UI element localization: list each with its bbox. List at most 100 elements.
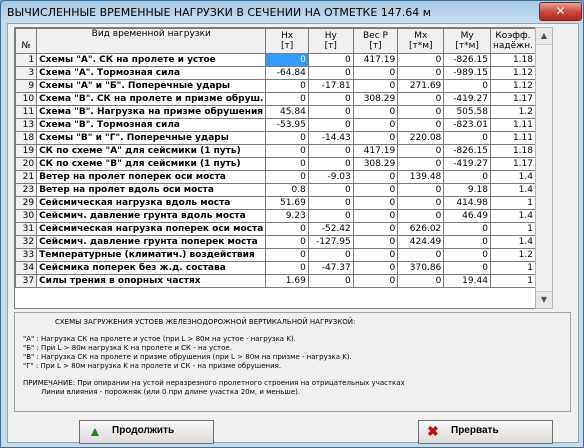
cell-coef[interactable]: 1.18: [489, 53, 536, 67]
cell-hx[interactable]: 0: [265, 157, 309, 171]
cell-coef[interactable]: 1: [489, 222, 536, 236]
cell-hy[interactable]: -127.95: [307, 235, 354, 249]
cell-hx[interactable]: 0: [265, 248, 309, 262]
cell-coef[interactable]: 1.17: [489, 92, 536, 106]
cell-mx[interactable]: 0: [397, 209, 445, 223]
table-row[interactable]: 9 Схемы "А" и "Б". Поперечные удары 0 -17.8…: [15, 79, 536, 93]
cell-p[interactable]: 0: [352, 222, 399, 236]
cell-my[interactable]: -419.27: [443, 92, 491, 106]
table-row[interactable]: 1 Схемы "А". СК на пролете и устое 0 0 417.1…: [15, 53, 536, 67]
row-number[interactable]: 32: [15, 235, 38, 249]
cell-p[interactable]: 0: [352, 79, 399, 93]
cell-my[interactable]: -826.15: [443, 53, 491, 67]
table-row[interactable]: 20 СК по схеме "В" для сейсмики (1 путь) 0…: [15, 157, 536, 171]
table-row[interactable]: 21 Ветер на пролет поперек оси моста 0 -9.0…: [15, 170, 536, 184]
cell-mx[interactable]: 0: [397, 274, 445, 288]
row-load-name[interactable]: СК по схеме "В" для сейсмики (1 путь): [36, 157, 267, 171]
row-load-name[interactable]: Схемы "В" и "Г". Поперечные удары: [36, 131, 267, 145]
row-load-name[interactable]: Схема "В". Тормозная сила: [36, 118, 267, 132]
cell-mx[interactable]: 0: [397, 196, 445, 210]
cell-p[interactable]: 0: [352, 209, 399, 223]
row-load-name[interactable]: Схема "А". Тормозная сила: [36, 66, 267, 80]
row-number[interactable]: 13: [15, 118, 38, 132]
cell-p[interactable]: 0: [352, 118, 399, 132]
row-number[interactable]: 18: [15, 131, 38, 145]
cell-my[interactable]: -823.01: [443, 118, 491, 132]
table-row[interactable]: 13 Схема "В". Тормозная сила -53.95 0 0 0 -823…: [15, 118, 536, 132]
row-load-name[interactable]: Сейсмич. давление грунта поперек моста: [36, 235, 267, 249]
cell-hx[interactable]: 0: [265, 261, 309, 275]
table-row[interactable]: 32 Сейсмич. давление грунта поперек моста…: [15, 235, 536, 249]
row-load-name[interactable]: Сейсмич. давление грунта вдоль моста: [36, 209, 267, 223]
row-load-name[interactable]: Сейсмическая нагрузка вдоль моста: [36, 196, 267, 210]
cell-hx[interactable]: -53.95: [265, 118, 309, 132]
row-number[interactable]: 34: [15, 261, 38, 275]
scroll-down-icon[interactable]: ▼: [536, 291, 552, 308]
cell-hy[interactable]: 0: [307, 248, 354, 262]
cell-my[interactable]: 0: [443, 170, 491, 184]
row-number[interactable]: 1: [15, 53, 38, 67]
cell-my[interactable]: 505.58: [443, 105, 491, 119]
abort-button[interactable]: ✖ Прервать: [418, 420, 553, 444]
cell-my[interactable]: 9.18: [443, 183, 491, 197]
cell-p[interactable]: 0: [352, 196, 399, 210]
cell-hx[interactable]: -64.84: [265, 66, 309, 80]
table-row[interactable]: 18 Схемы "В" и "Г". Поперечные удары 0 -14.…: [15, 131, 536, 145]
cell-mx[interactable]: 370.86: [397, 261, 445, 275]
row-load-name[interactable]: Схемы "А". СК на пролете и устое: [36, 53, 267, 67]
cell-hx[interactable]: 0: [265, 235, 309, 249]
cell-hy[interactable]: -17.81: [307, 79, 354, 93]
continue-button[interactable]: ▲ Продолжить: [79, 420, 214, 444]
cell-p[interactable]: 417.19: [352, 53, 399, 67]
cell-coef[interactable]: 1.2: [489, 105, 536, 119]
cell-coef[interactable]: 1.12: [489, 66, 536, 80]
cell-hy[interactable]: 0: [307, 209, 354, 223]
cell-coef[interactable]: 1.2: [489, 248, 536, 262]
cell-mx[interactable]: 0: [397, 105, 445, 119]
cell-p[interactable]: 308.29: [352, 92, 399, 106]
cell-p[interactable]: 0: [352, 248, 399, 262]
row-number[interactable]: 20: [15, 157, 38, 171]
cell-hx[interactable]: 0: [265, 144, 309, 158]
cell-hy[interactable]: -14.43: [307, 131, 354, 145]
cell-hy[interactable]: 0: [307, 92, 354, 106]
cell-hx[interactable]: 0: [265, 222, 309, 236]
cell-hy[interactable]: 0: [307, 274, 354, 288]
cell-p[interactable]: 0: [352, 131, 399, 145]
cell-hx[interactable]: 0: [265, 131, 309, 145]
cell-hy[interactable]: -47.37: [307, 261, 354, 275]
cell-p[interactable]: 0: [352, 235, 399, 249]
cell-p[interactable]: 308.29: [352, 157, 399, 171]
cell-hy[interactable]: 0: [307, 157, 354, 171]
cell-hy[interactable]: 0: [307, 53, 354, 67]
row-number[interactable]: 19: [15, 144, 38, 158]
title-bar[interactable]: ВЫЧИСЛЕННЫЕ ВРЕМЕННЫЕ НАГРУЗКИ В СЕЧЕНИИ…: [1, 1, 583, 23]
row-number[interactable]: 30: [15, 209, 38, 223]
cell-hy[interactable]: 0: [307, 105, 354, 119]
cell-my[interactable]: 46.49: [443, 209, 491, 223]
table-row[interactable]: 19 СК по схеме "А" для сейсмики (1 путь) 0…: [15, 144, 536, 158]
cell-hy[interactable]: 0: [307, 183, 354, 197]
cell-p[interactable]: 0: [352, 105, 399, 119]
row-number[interactable]: 33: [15, 248, 38, 262]
cell-hx[interactable]: 0: [265, 53, 309, 67]
close-button[interactable]: ✕: [539, 2, 582, 21]
row-load-name[interactable]: Ветер на пролет поперек оси моста: [36, 170, 267, 184]
table-row[interactable]: 10 Схема "В". СК на пролете и призме обру…: [15, 92, 536, 106]
cell-mx[interactable]: 271.69: [397, 79, 445, 93]
cell-mx[interactable]: 0: [397, 53, 445, 67]
cell-mx[interactable]: 0: [397, 92, 445, 106]
cell-my[interactable]: 0: [443, 261, 491, 275]
cell-coef[interactable]: 1.4: [489, 170, 536, 184]
cell-coef[interactable]: 1.11: [489, 118, 536, 132]
cell-p[interactable]: 0: [352, 170, 399, 184]
cell-mx[interactable]: 626.02: [397, 222, 445, 236]
row-load-name[interactable]: Схема "В". Нагрузка на призме обрушения: [36, 105, 267, 119]
row-number[interactable]: 3: [15, 66, 38, 80]
row-load-name[interactable]: Сейсмика поперек без ж.д. состава: [36, 261, 267, 275]
cell-my[interactable]: -826.15: [443, 144, 491, 158]
row-load-name[interactable]: Схемы "А" и "Б". Поперечные удары: [36, 79, 267, 93]
cell-mx[interactable]: 0: [397, 183, 445, 197]
table-row[interactable]: 3 Схема "А". Тормозная сила -64.84 0 0 0 -989.…: [15, 66, 536, 80]
cell-hx[interactable]: 0: [265, 92, 309, 106]
